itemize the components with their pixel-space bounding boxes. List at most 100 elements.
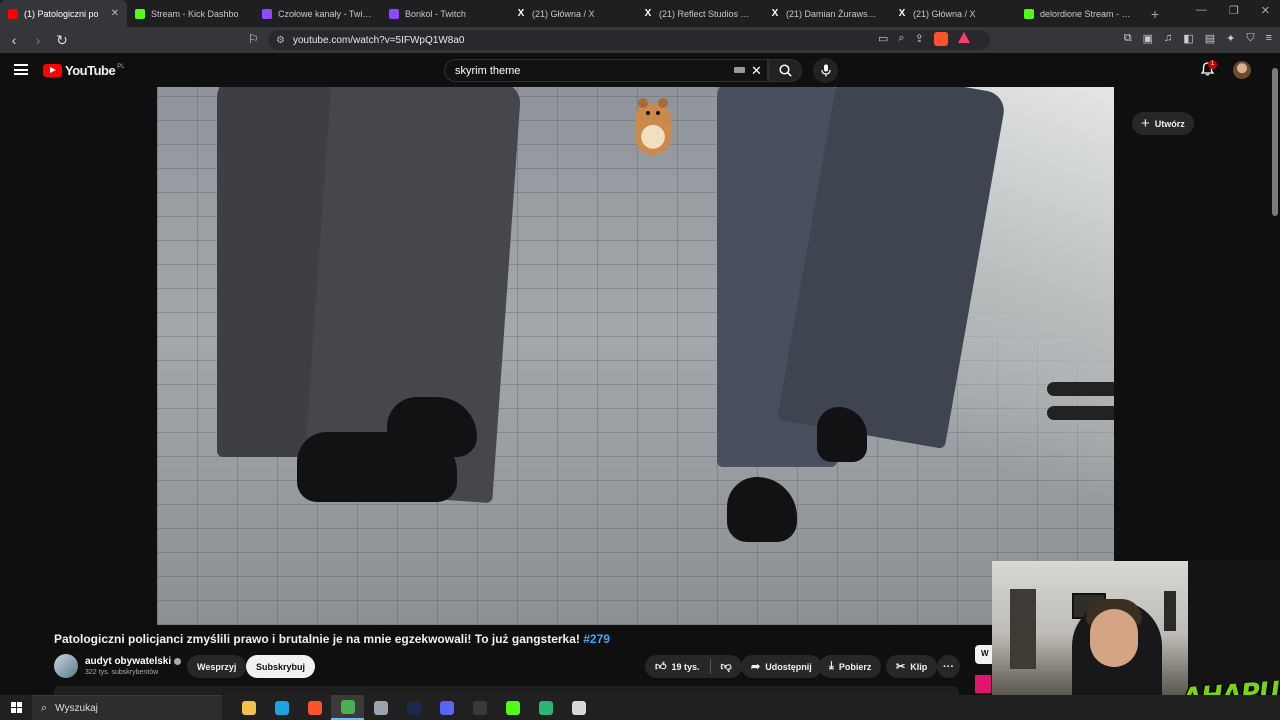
tab-x-damian[interactable]: X (21) Damian Żurawski w si bbox=[762, 0, 889, 27]
taskbar-search-placeholder: Wyszukaj bbox=[55, 702, 98, 714]
channel-avatar[interactable] bbox=[54, 654, 78, 678]
keyboard-icon[interactable] bbox=[734, 67, 745, 73]
bookmark-icon[interactable]: ⚐ bbox=[248, 32, 259, 46]
minimize-icon[interactable]: — bbox=[1196, 4, 1207, 17]
search-button[interactable] bbox=[768, 59, 802, 82]
channel-name-text: audyt obywatelski bbox=[85, 656, 172, 667]
site-info-icon[interactable]: ⚙ bbox=[276, 35, 285, 46]
extension-icon[interactable]: ⧉ bbox=[1124, 32, 1132, 45]
browser-tab-strip: (1) Patologiczni po ✕ Stream - Kick Dash… bbox=[0, 0, 1280, 27]
reload-icon[interactable]: ↻ bbox=[52, 30, 72, 50]
download-button[interactable]: ⤓ Pobierz bbox=[819, 655, 882, 678]
taskbar-app-edge[interactable] bbox=[265, 695, 298, 720]
windows-logo-icon bbox=[10, 702, 22, 713]
account-avatar[interactable] bbox=[1233, 61, 1251, 79]
brave-shield-icon[interactable] bbox=[933, 32, 948, 46]
close-tab-icon[interactable]: ✕ bbox=[111, 8, 119, 19]
taskbar-apps bbox=[232, 695, 595, 720]
taskbar-app-chrome[interactable] bbox=[331, 695, 364, 720]
media-icon[interactable]: ♫ bbox=[1164, 32, 1172, 45]
taskbar-app-file-explorer[interactable] bbox=[232, 695, 265, 720]
like-button[interactable]: 👍︎ 19 tys. bbox=[645, 655, 710, 678]
dislike-button[interactable]: 👎︎ bbox=[711, 655, 742, 678]
download-icon: ⤓ bbox=[829, 660, 834, 672]
zoom-icon[interactable]: ⌕ bbox=[898, 32, 904, 46]
tab-kick-dashboard[interactable]: Stream - Kick Dashbo bbox=[127, 0, 254, 27]
restore-icon[interactable]: ❐ bbox=[1229, 4, 1239, 17]
game-launcher-icon bbox=[538, 700, 553, 715]
tab-x-home-2[interactable]: X (21) Główna / X bbox=[889, 0, 1016, 27]
taskbar-search[interactable]: ⌕ Wyszukaj bbox=[32, 695, 222, 720]
sidebar-icon[interactable]: ◧ bbox=[1183, 32, 1193, 45]
tab-label: (21) Główna / X bbox=[913, 8, 976, 19]
x-icon: X bbox=[644, 8, 652, 19]
tab-x-reflect[interactable]: X (21) Reflect Studios w serw bbox=[635, 0, 762, 27]
wallet-icon[interactable]: ▤ bbox=[1205, 32, 1215, 45]
subscribe-button[interactable]: Subskrybuj bbox=[246, 655, 316, 678]
support-button[interactable]: Wesprzyj bbox=[187, 655, 247, 678]
search-input[interactable]: skyrim theme bbox=[444, 59, 768, 82]
voice-search-button[interactable] bbox=[813, 58, 838, 83]
vpn-icon[interactable]: ⛉ bbox=[1246, 32, 1254, 45]
page-scrollbar[interactable] bbox=[1272, 68, 1278, 216]
tab-twitch-bonkol[interactable]: Bonkol - Twitch bbox=[381, 0, 508, 27]
x-icon: X bbox=[898, 8, 906, 19]
tab-label: (21) Główna / X bbox=[532, 8, 595, 19]
chrome-icon bbox=[340, 699, 355, 714]
sidebar-thumbnail[interactable] bbox=[975, 675, 991, 693]
scissors-icon: ✂ bbox=[896, 661, 906, 673]
menu-icon[interactable]: ≡ bbox=[1266, 32, 1272, 45]
youtube-logo[interactable]: YouTube PL bbox=[43, 63, 125, 78]
more-actions-button[interactable]: ··· bbox=[937, 655, 960, 678]
tab-kick-delordione[interactable]: delordione Stream - Watc bbox=[1016, 0, 1143, 27]
clear-search-icon[interactable]: ✕ bbox=[751, 63, 762, 79]
hamburger-menu-icon[interactable] bbox=[14, 64, 28, 75]
description-box[interactable] bbox=[54, 686, 959, 695]
video-title-text: Patologiczni policjanci zmyślili prawo i… bbox=[54, 632, 584, 646]
forward-icon[interactable]: › bbox=[28, 30, 48, 50]
screenshot-icon[interactable]: ▣ bbox=[1143, 32, 1153, 45]
like-dislike-group: 👍︎ 19 tys. 👎︎ bbox=[645, 655, 742, 678]
channel-name[interactable]: audyt obywatelski bbox=[85, 656, 182, 667]
tab-x-home[interactable]: X (21) Główna / X bbox=[508, 0, 635, 27]
tab-twitch-channels[interactable]: Czołowe kanały - Twitch bbox=[254, 0, 381, 27]
taskbar-app-kick-studio[interactable] bbox=[496, 695, 529, 720]
taskbar-app-brave[interactable] bbox=[298, 695, 331, 720]
country-code: PL bbox=[117, 63, 125, 70]
twitch-icon bbox=[389, 8, 399, 19]
x-icon: X bbox=[771, 8, 779, 19]
taskbar-app-discord-like[interactable] bbox=[430, 695, 463, 720]
share-button[interactable]: ➦ Udostępnij bbox=[741, 655, 822, 678]
taskbar-app-game-launcher[interactable] bbox=[529, 695, 562, 720]
youtube-header: YouTube PL skyrim theme + Utwórz bbox=[0, 53, 1280, 135]
verified-icon bbox=[174, 657, 182, 665]
new-tab-button[interactable]: + bbox=[1143, 6, 1167, 22]
taskbar-app-app-gray[interactable] bbox=[364, 695, 397, 720]
tab-label: Czołowe kanały - Twitch bbox=[278, 8, 373, 19]
close-window-icon[interactable]: ✕ bbox=[1261, 4, 1270, 17]
twitch-icon bbox=[262, 8, 272, 19]
video-hashtag[interactable]: #279 bbox=[583, 632, 610, 646]
back-icon[interactable]: ‹ bbox=[4, 30, 24, 50]
microphone-icon bbox=[820, 64, 831, 77]
x-icon: X bbox=[517, 8, 525, 19]
taskbar-app-app-white[interactable] bbox=[562, 695, 595, 720]
taskbar-app-obs[interactable] bbox=[463, 695, 496, 720]
plus-icon: + bbox=[1141, 115, 1150, 132]
clip-button[interactable]: ✂ Klip bbox=[886, 655, 938, 678]
brave-rewards-icon[interactable] bbox=[957, 32, 970, 43]
cast-icon[interactable]: ▭ bbox=[878, 32, 888, 46]
youtube-icon bbox=[8, 8, 18, 19]
video-player[interactable] bbox=[157, 87, 1114, 625]
thumbs-up-icon: 👍︎ bbox=[655, 661, 667, 673]
logo-text: YouTube bbox=[65, 63, 116, 78]
share-page-icon[interactable]: ⇪ bbox=[915, 32, 924, 46]
tab-youtube[interactable]: (1) Patologiczni po ✕ bbox=[0, 0, 127, 27]
tab-label: (21) Reflect Studios w serw bbox=[659, 8, 754, 19]
taskbar-app-steam[interactable] bbox=[397, 695, 430, 720]
create-button[interactable]: + Utwórz bbox=[1132, 112, 1194, 135]
ai-icon[interactable]: ✦ bbox=[1226, 32, 1235, 45]
thumbs-down-icon: 👎︎ bbox=[720, 661, 732, 673]
start-button[interactable] bbox=[0, 695, 32, 720]
kick-studio-icon bbox=[505, 700, 520, 715]
